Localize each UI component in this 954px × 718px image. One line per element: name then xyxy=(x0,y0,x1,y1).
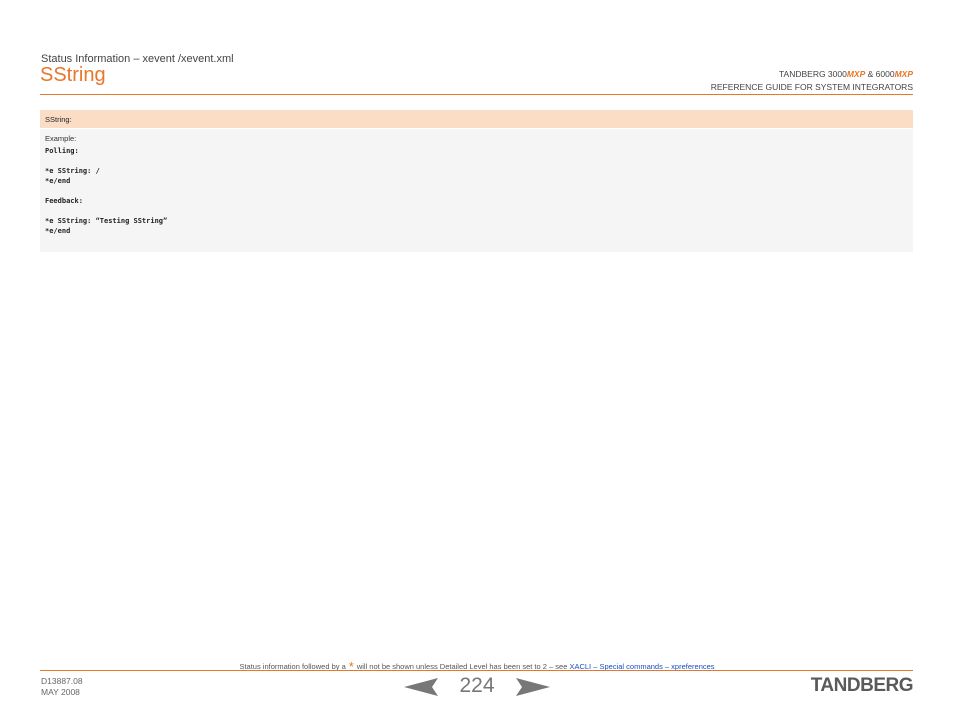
doc-date: MAY 2008 xyxy=(41,687,80,697)
pager: 224 xyxy=(404,674,550,700)
polling-line: *e/end xyxy=(45,177,71,185)
table-body: Example: Polling: *e SString: / *e/end F… xyxy=(40,129,913,252)
brand-name: TANDBERG 3000 xyxy=(778,69,847,79)
feedback-line: *e/end xyxy=(45,227,71,235)
footer-divider xyxy=(40,670,913,671)
brand-block: TANDBERG 3000MXP & 6000MXP REFERENCE GUI… xyxy=(711,68,913,94)
polling-label: Polling: xyxy=(45,147,79,155)
example-label: Example: xyxy=(45,134,77,143)
feedback-line: *e SString: “Testing SString” xyxy=(45,217,168,225)
doc-id: D13887.08 xyxy=(41,676,83,686)
status-table: SString: Example: Polling: *e SString: /… xyxy=(40,110,913,252)
page-title: SString xyxy=(40,64,106,86)
feedback-label: Feedback: xyxy=(45,197,83,205)
table-heading: SString: xyxy=(40,110,913,128)
brand-mxp-2: MXP xyxy=(894,69,913,79)
header-divider xyxy=(40,94,913,95)
polling-line: *e SString: / xyxy=(45,167,100,175)
footnote: Status information followed by a * will no… xyxy=(0,659,954,674)
brand-line-1: TANDBERG 3000MXP & 6000MXP xyxy=(711,68,913,81)
tandberg-logo: TANDBERG xyxy=(810,675,914,696)
brand-mxp-1: MXP xyxy=(846,69,866,79)
brand-line-2: REFERENCE GUIDE FOR SYSTEM INTEGRATORS xyxy=(710,82,913,92)
next-page-arrow-icon[interactable] xyxy=(516,678,550,696)
brand-model: & 6000 xyxy=(865,69,895,79)
star-icon: * xyxy=(348,659,354,674)
previous-page-arrow-icon[interactable] xyxy=(404,678,438,696)
page-number: 224 xyxy=(459,674,495,697)
doc-info: D13887.08 MAY 2008 xyxy=(41,676,83,698)
